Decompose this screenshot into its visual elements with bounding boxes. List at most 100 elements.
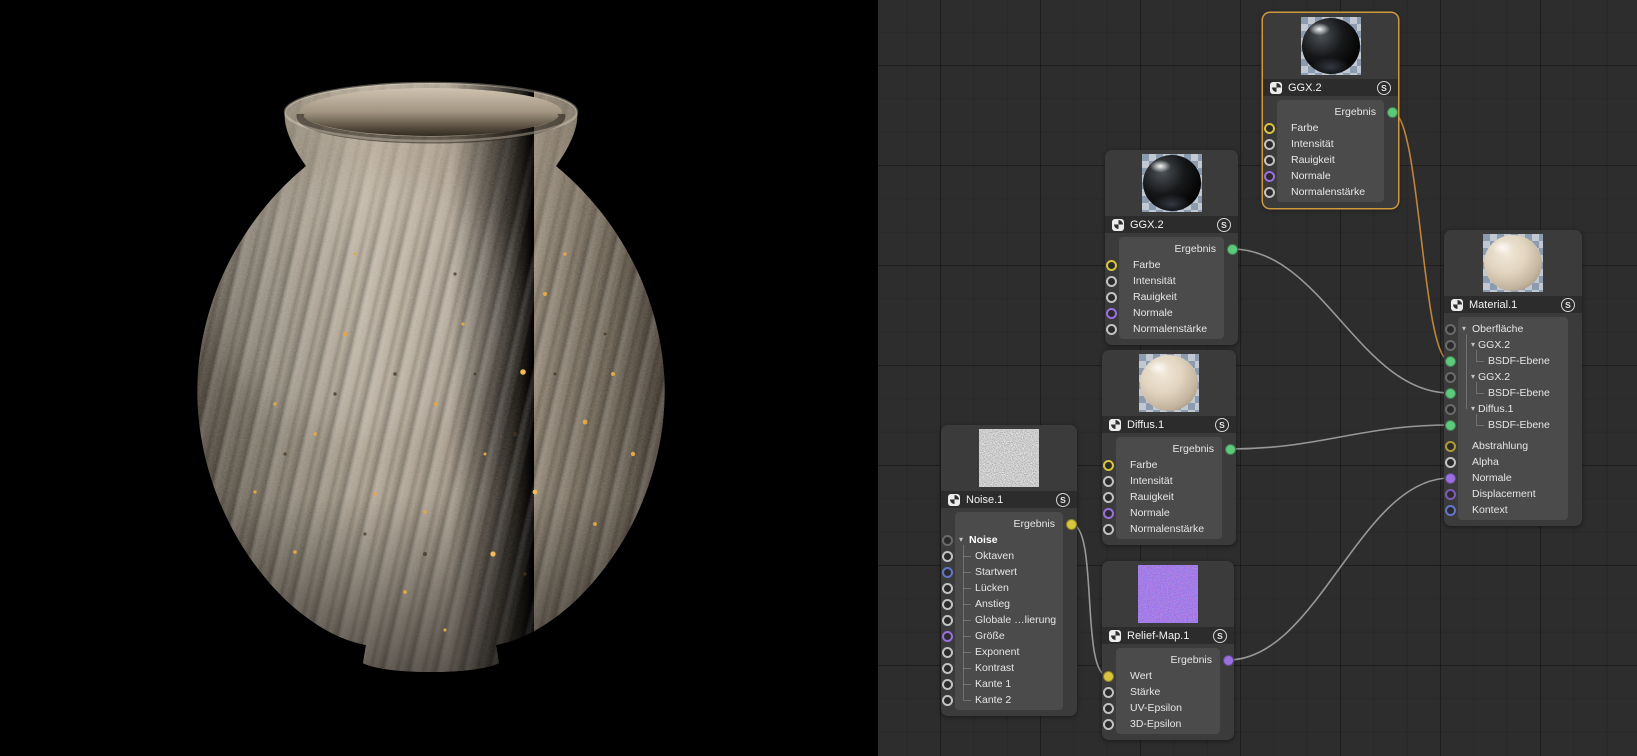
node-header[interactable]: Relief-Map.1 S [1102, 627, 1234, 644]
node-ggx2-mid[interactable]: GGX.2 S ErgebnisFarbeIntensitätRauigkeit… [1105, 150, 1238, 345]
input-row-intensit-t: Intensität [1119, 273, 1224, 289]
node-preview-sphere-black [1142, 154, 1202, 212]
node-title: GGX.2 [1288, 82, 1371, 94]
socket-kontext[interactable] [1445, 505, 1456, 516]
socket-bsdf-ebene[interactable] [1445, 356, 1456, 367]
row-label: Diffus.1 [1478, 403, 1513, 415]
input-row-diffus-1: ▾Diffus.1 [1458, 401, 1568, 417]
socket-normalenst-rke[interactable] [1103, 524, 1114, 535]
row-label: BSDF-Ebene [1488, 419, 1550, 431]
s-badge[interactable]: S [1561, 298, 1575, 312]
socket-ergebnis[interactable] [1387, 107, 1398, 118]
socket-bsdf-ebene[interactable] [1445, 388, 1456, 399]
socket-startwert[interactable] [942, 567, 953, 578]
material-node-icon [1109, 630, 1121, 642]
socket-normale[interactable] [1106, 308, 1117, 319]
input-row-kante-1: Kante 1 [955, 676, 1063, 692]
socket-farbe[interactable] [1103, 460, 1114, 471]
s-badge[interactable]: S [1213, 629, 1227, 643]
socket-kante-2[interactable] [942, 695, 953, 706]
socket-ggx-2[interactable] [1445, 372, 1456, 383]
socket-kante-1[interactable] [942, 679, 953, 690]
tree-line [1476, 350, 1477, 361]
input-row-bsdf-ebene: BSDF-Ebene [1458, 353, 1568, 369]
socket-kontrast[interactable] [942, 663, 953, 674]
s-badge[interactable]: S [1215, 418, 1229, 432]
socket-l-cken[interactable] [942, 583, 953, 594]
node-relief1[interactable]: Relief-Map.1 S ErgebnisWertStärkeUV-Epsi… [1102, 561, 1234, 740]
socket-anstieg[interactable] [942, 599, 953, 610]
socket-rauigkeit[interactable] [1103, 492, 1114, 503]
socket-ergebnis[interactable] [1227, 244, 1238, 255]
socket-globale-lierung[interactable] [942, 615, 953, 626]
socket-noise[interactable] [942, 535, 953, 546]
socket-wert[interactable] [1103, 671, 1114, 682]
render-viewport[interactable] [0, 0, 878, 756]
socket-ergebnis[interactable] [1223, 655, 1234, 666]
socket-diffus-1[interactable] [1445, 404, 1456, 415]
socket-normale[interactable] [1103, 508, 1114, 519]
socket-ergebnis[interactable] [1225, 444, 1236, 455]
row-label: Normalenstärke [1133, 323, 1207, 335]
socket-abstrahlung[interactable] [1445, 441, 1456, 452]
socket-farbe[interactable] [1106, 260, 1117, 271]
collapse-caret-icon[interactable]: ▾ [959, 535, 963, 544]
node-noise1[interactable]: Noise.1 S Ergebnis▾NoiseOktavenStartwert… [941, 425, 1077, 716]
socket-normale[interactable] [1445, 473, 1456, 484]
preview-sphere [1140, 355, 1198, 411]
collapse-caret-icon[interactable]: ▾ [1471, 404, 1475, 413]
s-badge[interactable]: S [1056, 493, 1070, 507]
socket-gr-e[interactable] [942, 631, 953, 642]
socket-st-rke[interactable] [1103, 687, 1114, 698]
socket-exponent[interactable] [942, 647, 953, 658]
socket-normalenst-rke[interactable] [1264, 187, 1275, 198]
collapse-caret-icon[interactable]: ▾ [1462, 324, 1466, 333]
output-row-ergebnis: Ergebnis [1116, 441, 1222, 457]
input-row-noise: ▾Noise [955, 532, 1063, 548]
node-header[interactable]: GGX.2 S [1105, 216, 1238, 233]
socket-intensit-t[interactable] [1103, 476, 1114, 487]
socket-oberfl-che[interactable] [1445, 324, 1456, 335]
tree-dash [1476, 361, 1484, 362]
node-header[interactable]: GGX.2 S [1263, 79, 1398, 96]
socket-rauigkeit[interactable] [1106, 292, 1117, 303]
node-header[interactable]: Noise.1 S [941, 491, 1077, 508]
node-diffus1[interactable]: Diffus.1 S ErgebnisFarbeIntensitätRauigk… [1102, 350, 1236, 545]
socket-rauigkeit[interactable] [1264, 155, 1275, 166]
s-badge[interactable]: S [1217, 218, 1231, 232]
socket-uv-epsilon[interactable] [1103, 703, 1114, 714]
node-header[interactable]: Material.1 S [1444, 296, 1582, 313]
row-label: Rauigkeit [1133, 291, 1177, 303]
input-row-kontext: Kontext [1458, 502, 1568, 518]
row-label: Ergebnis [1175, 243, 1216, 255]
socket-normale[interactable] [1264, 171, 1275, 182]
preview-sphere [1484, 235, 1542, 291]
node-header[interactable]: Diffus.1 S [1102, 416, 1236, 433]
node-material1[interactable]: Material.1 S ▾Oberfläche▾GGX.2BSDF-Ebene… [1444, 230, 1582, 526]
row-label: Startwert [975, 566, 1017, 578]
row-label: GGX.2 [1478, 371, 1510, 383]
s-badge[interactable]: S [1377, 81, 1391, 95]
node-ggx2-top[interactable]: GGX.2 S ErgebnisFarbeIntensitätRauigkeit… [1263, 13, 1398, 208]
node-preview-noise-gray [979, 429, 1039, 487]
input-row-gr-e: Größe [955, 628, 1063, 644]
socket-ggx-2[interactable] [1445, 340, 1456, 351]
input-row-l-cken: Lücken [955, 580, 1063, 596]
socket-3d-epsilon[interactable] [1103, 719, 1114, 730]
socket-oktaven[interactable] [942, 551, 953, 562]
collapse-caret-icon[interactable]: ▾ [1471, 340, 1475, 349]
socket-bsdf-ebene[interactable] [1445, 420, 1456, 431]
socket-normalenst-rke[interactable] [1106, 324, 1117, 335]
socket-intensit-t[interactable] [1106, 276, 1117, 287]
socket-farbe[interactable] [1264, 123, 1275, 134]
row-label: BSDF-Ebene [1488, 355, 1550, 367]
socket-alpha[interactable] [1445, 457, 1456, 468]
socket-displacement[interactable] [1445, 489, 1456, 500]
socket-intensit-t[interactable] [1264, 139, 1275, 150]
socket-ergebnis[interactable] [1066, 519, 1077, 530]
input-row-farbe: Farbe [1116, 457, 1222, 473]
input-row-st-rke: Stärke [1116, 684, 1220, 700]
row-label: Normale [1130, 507, 1170, 519]
collapse-caret-icon[interactable]: ▾ [1471, 372, 1475, 381]
row-label: Normale [1472, 472, 1512, 484]
